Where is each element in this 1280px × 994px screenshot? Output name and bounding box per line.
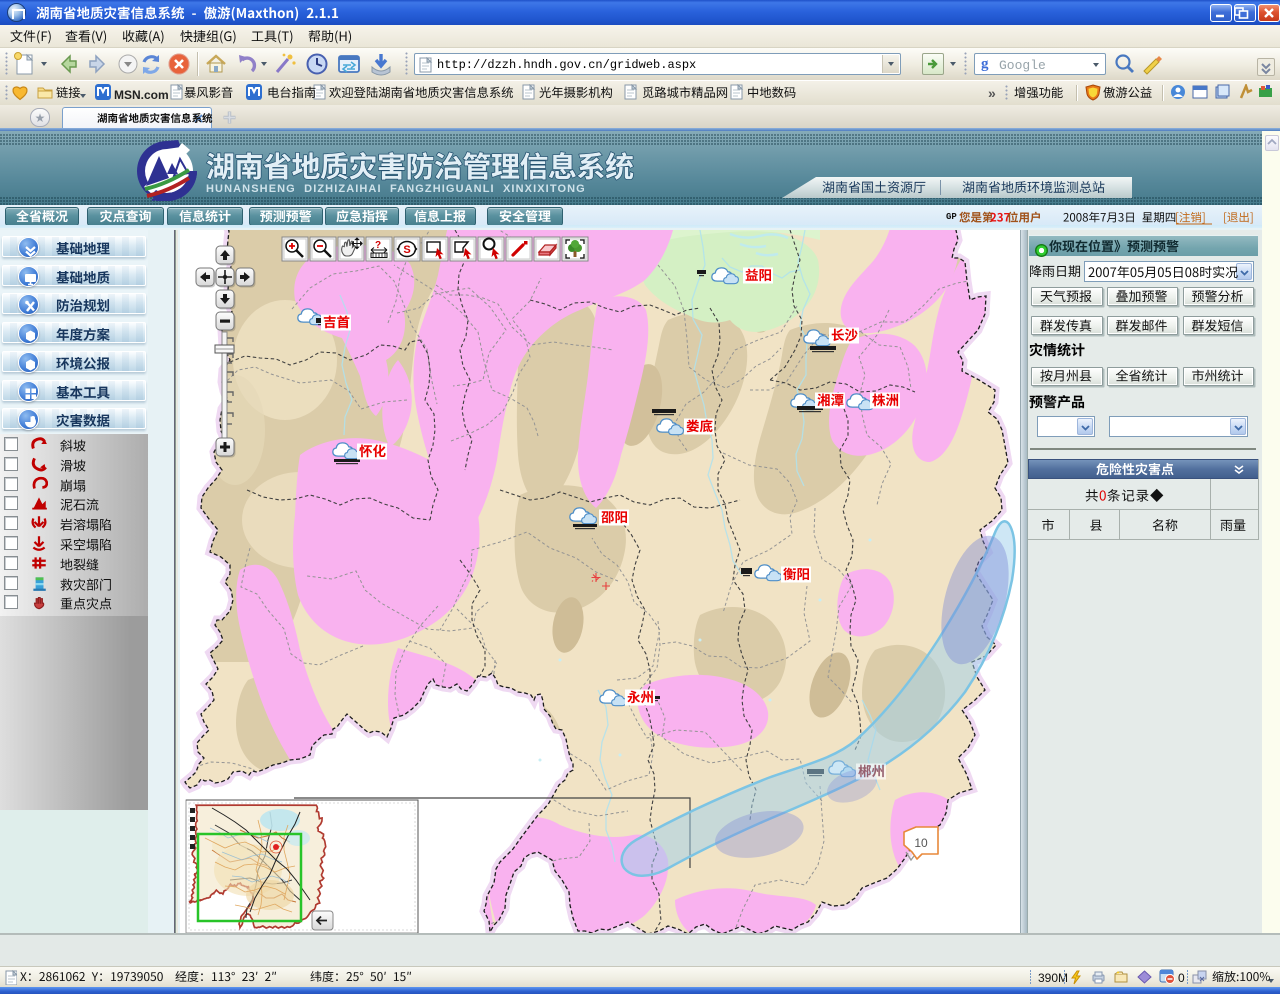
svg-text:10: 10	[914, 836, 928, 850]
svg-text:S: S	[403, 244, 410, 256]
svg-text:?: ?	[375, 240, 381, 251]
